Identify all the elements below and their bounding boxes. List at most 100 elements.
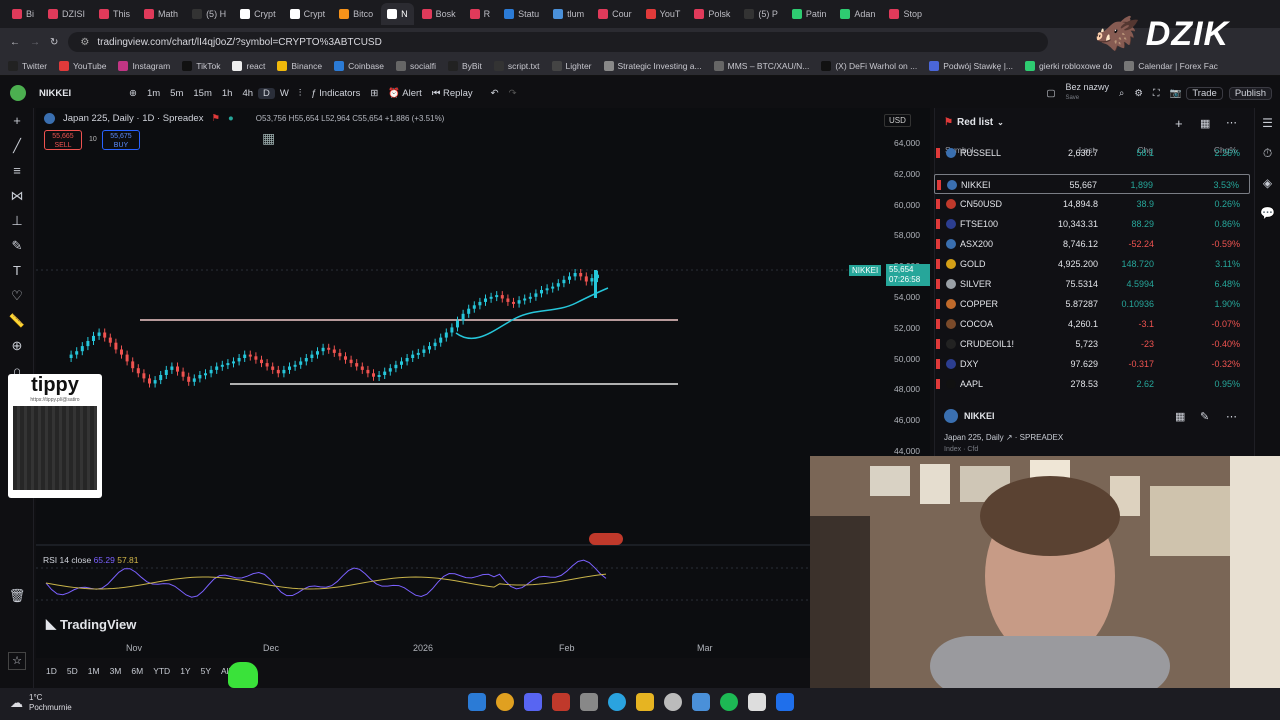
browser-tab[interactable]: Adan bbox=[834, 3, 881, 25]
layers-icon[interactable]: ◈ bbox=[1255, 168, 1280, 198]
interval-button[interactable]: 4h bbox=[237, 88, 258, 99]
alert-button[interactable]: ⏰ Alert bbox=[383, 88, 427, 99]
chart-pane[interactable] bbox=[36, 108, 930, 658]
app-icon[interactable] bbox=[552, 693, 570, 711]
bookmark-item[interactable]: Twitter bbox=[8, 60, 47, 71]
url-field[interactable]: ⚙ tradingview.com/chart/lI4qj0oZ/?symbol… bbox=[68, 32, 1049, 52]
rsi-label[interactable]: RSI 14 close bbox=[43, 555, 91, 565]
range-button[interactable]: 1Y bbox=[180, 666, 190, 676]
browser-tab[interactable]: Bi bbox=[6, 3, 40, 25]
interval-button[interactable]: 15m bbox=[188, 88, 216, 99]
detail-more-icon[interactable]: ⋯ bbox=[1226, 410, 1237, 423]
more-icon[interactable]: ⋯ bbox=[1226, 116, 1237, 129]
chart-canvas[interactable] bbox=[36, 108, 930, 658]
watchlist-row[interactable]: NIKKEI 55,667 1,899 3.53% bbox=[934, 174, 1250, 194]
trade-button[interactable]: Trade bbox=[1186, 86, 1223, 100]
compare-plus-icon[interactable]: ⊕ bbox=[124, 88, 142, 99]
zoom-icon[interactable]: ⊕ bbox=[0, 333, 34, 358]
redo-icon[interactable]: ↷ bbox=[504, 88, 522, 99]
interval-button[interactable]: 1m bbox=[142, 88, 165, 99]
detail-grid-icon[interactable]: ▦ bbox=[1175, 410, 1185, 423]
indicators-button[interactable]: ƒ Indicators bbox=[306, 88, 365, 99]
site-info-icon[interactable]: ⚙ bbox=[80, 37, 89, 48]
interval-button[interactable]: W bbox=[275, 88, 294, 99]
ccleaner-icon[interactable] bbox=[664, 693, 682, 711]
reload-icon[interactable]: ↻ bbox=[50, 37, 58, 48]
watchlist-row[interactable]: CN50USD 14,894.8 38.9 0.26% bbox=[934, 194, 1250, 214]
bookmark-item[interactable]: MMS – BTC/XAU/N... bbox=[713, 60, 809, 71]
browser-tab[interactable]: Cour bbox=[592, 3, 638, 25]
watchlist-row[interactable]: RUSSELL 2,630.7 58.1 2.26% bbox=[934, 148, 1250, 162]
detail-symbol[interactable]: NIKKEI bbox=[964, 411, 995, 421]
browser-tab[interactable]: Crypt bbox=[234, 3, 282, 25]
watchlist-row[interactable]: DXY 97.629 -0.317 -0.32% bbox=[934, 354, 1250, 374]
watchlist-row[interactable]: COCOA 4,260.1 -3.1 -0.07% bbox=[934, 314, 1250, 334]
tradingview-logo[interactable]: ◣ TradingView bbox=[46, 616, 136, 632]
interval-button[interactable]: 1h bbox=[217, 88, 238, 99]
user-avatar[interactable] bbox=[10, 85, 26, 101]
detail-edit-icon[interactable]: ✎ bbox=[1200, 410, 1209, 423]
discord-icon[interactable] bbox=[524, 693, 542, 711]
bookmark-item[interactable]: Calendar | Forex Fac bbox=[1124, 60, 1218, 71]
watchlist-row[interactable]: GOLD 4,925.200 148.720 3.11% bbox=[934, 254, 1250, 274]
forward-icon[interactable]: → bbox=[30, 37, 40, 48]
external-link-icon[interactable]: ↗ · bbox=[1006, 433, 1018, 442]
trash-icon[interactable]: 🗑 bbox=[0, 583, 34, 608]
browser-tab[interactable]: Crypt bbox=[284, 3, 332, 25]
events-icon[interactable] bbox=[589, 533, 623, 545]
ruler-icon[interactable]: 📏 bbox=[0, 308, 34, 333]
bookmark-item[interactable]: Binance bbox=[277, 60, 322, 71]
watchlist-header[interactable]: ⚑ Red list ⌄ bbox=[944, 117, 1004, 128]
chart-title[interactable]: Japan 225, Daily · 1D · Spreadex bbox=[63, 113, 203, 124]
watchlist-title[interactable]: Red list bbox=[957, 117, 993, 128]
bookmark-item[interactable]: Instagram bbox=[118, 60, 170, 71]
watchlist-row[interactable]: SILVER 75.5314 4.5994 6.48% bbox=[934, 274, 1250, 294]
bookmark-item[interactable]: Podwój Stawkę |... bbox=[929, 60, 1013, 71]
range-button[interactable]: 3M bbox=[110, 666, 122, 676]
telegram-icon[interactable] bbox=[608, 693, 626, 711]
bookmark-item[interactable]: Strategic Investing a... bbox=[603, 60, 702, 71]
app-icon[interactable] bbox=[692, 693, 710, 711]
browser-tab[interactable]: R bbox=[464, 3, 497, 25]
range-button[interactable]: 5D bbox=[67, 666, 78, 676]
trend-line-icon[interactable]: ╱ bbox=[0, 133, 34, 158]
bookmark-item[interactable]: TikTok bbox=[182, 60, 220, 71]
range-button[interactable]: 1M bbox=[88, 666, 100, 676]
settings-icon[interactable]: ⚙ bbox=[1129, 88, 1148, 99]
watchlist-row[interactable]: COPPER 5.87287 0.10936 1.90% bbox=[934, 294, 1250, 314]
browser-tab[interactable]: Math bbox=[138, 3, 184, 25]
interval-button[interactable]: D bbox=[258, 87, 275, 99]
browser-tab[interactable]: Stop bbox=[883, 3, 928, 25]
browser-tab[interactable]: Polsk bbox=[688, 3, 736, 25]
calendar-icon[interactable]: ▦ bbox=[262, 130, 275, 147]
crosshair-icon[interactable]: + bbox=[0, 108, 34, 133]
weather-widget[interactable]: ☁ 1°C Pochmurnie bbox=[10, 693, 72, 713]
sell-button[interactable]: 55,665 SELL bbox=[44, 130, 82, 150]
watchlist-row[interactable]: CRUDEOIL1! 5,723 -23 -0.40% bbox=[934, 334, 1250, 354]
browser-tab[interactable]: Bosk bbox=[416, 3, 462, 25]
range-button[interactable]: 1D bbox=[46, 666, 57, 676]
spotify-icon[interactable] bbox=[720, 693, 738, 711]
browser-tab[interactable]: YouT bbox=[640, 3, 687, 25]
bookmark-item[interactable]: Lighter bbox=[551, 60, 592, 71]
browser-tab[interactable]: tlum bbox=[547, 3, 590, 25]
alerts-clock-icon[interactable]: ⏱ bbox=[1255, 138, 1280, 168]
projection-icon[interactable]: ⊥ bbox=[0, 208, 34, 233]
bookmark-item[interactable]: (X) DeFi Warhol on ... bbox=[821, 60, 917, 71]
bookmark-item[interactable]: ByBit bbox=[448, 60, 482, 71]
browser-tab[interactable]: N bbox=[381, 3, 414, 25]
publish-button[interactable]: Publish bbox=[1228, 86, 1272, 100]
chevron-down-icon[interactable]: ⌄ bbox=[997, 118, 1004, 127]
chrome-icon[interactable] bbox=[496, 693, 514, 711]
layout-icon[interactable]: ▢ bbox=[1041, 88, 1060, 99]
symbol-search[interactable]: NIKKEI bbox=[34, 88, 124, 99]
fullscreen-icon[interactable]: ⛶ bbox=[1148, 88, 1165, 99]
x-icon[interactable] bbox=[776, 693, 794, 711]
browser-tab[interactable]: (5) H bbox=[186, 3, 232, 25]
app-icon[interactable] bbox=[748, 693, 766, 711]
fib-icon[interactable]: ≡ bbox=[0, 158, 34, 183]
replay-button[interactable]: ⏮ Replay bbox=[427, 88, 478, 99]
heart-icon[interactable]: ♡ bbox=[0, 283, 34, 308]
watchlist-row[interactable]: FTSE100 10,343.31 88.29 0.86% bbox=[934, 214, 1250, 234]
browser-tab[interactable]: DZISI bbox=[42, 3, 91, 25]
